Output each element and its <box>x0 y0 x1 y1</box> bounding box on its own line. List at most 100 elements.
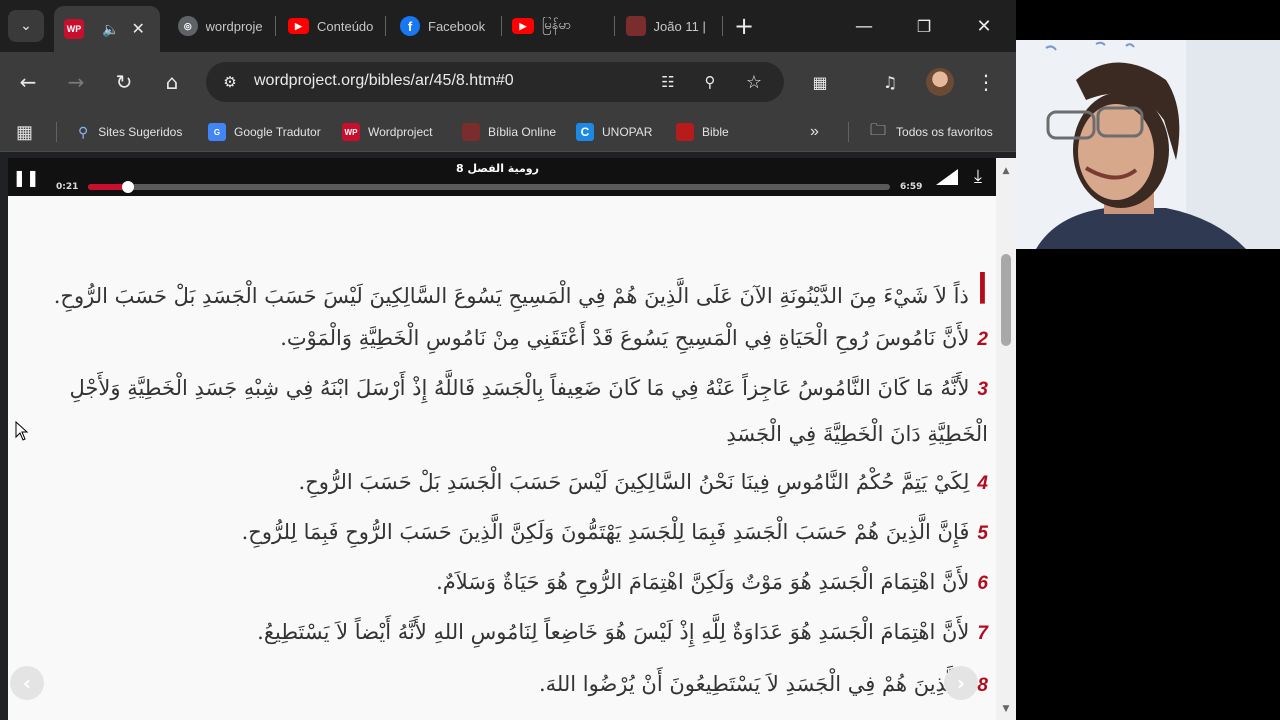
webcam-person-image <box>1016 40 1280 249</box>
wordproject-favicon-icon: WP <box>342 123 360 141</box>
verse-number: 5 <box>977 523 988 544</box>
bookmark-label: Bible <box>702 125 729 139</box>
youtube-icon: ▶ <box>288 18 310 34</box>
bookmark-sites-sugeridos[interactable]: ⚲ Sites Sugeridos <box>78 120 182 144</box>
bookmark-biblia-online[interactable]: Bíblia Online <box>462 120 556 144</box>
tab-title: wordproje <box>205 18 263 34</box>
player-title: رومية الفصل 8 <box>456 162 539 175</box>
wordproject-favicon-icon: WP <box>64 19 84 39</box>
new-tab-plus-icon[interactable]: + <box>722 8 766 44</box>
speaker-icon[interactable]: 🔈 <box>102 21 119 38</box>
tab-title: Conteúdo <box>317 18 374 34</box>
search-icon: ⚲ <box>78 123 89 140</box>
menu-kebab-icon[interactable]: ⋮ <box>970 66 1002 98</box>
bookmark-label: Sites Sugeridos <box>98 125 183 139</box>
bookmark-unopar[interactable]: C UNOPAR <box>576 120 652 144</box>
more-bookmarks-button[interactable]: » <box>810 120 819 144</box>
globe-icon: ◎ <box>178 16 198 36</box>
apps-grid-icon[interactable]: ▦ <box>16 120 33 144</box>
bookmark-label: UNOPAR <box>602 125 653 139</box>
previous-chapter-button[interactable]: ‹ <box>10 666 44 700</box>
verse-text: لِكَيْ يَتِمَّ حُكْمُ النَّامُوسِ فِينَا… <box>298 470 970 494</box>
black-border <box>1016 0 1280 40</box>
verse-4: 4 لِكَيْ يَتِمَّ حُكْمُ النَّامُوسِ فِينَ… <box>28 460 988 506</box>
tab-search-button[interactable]: ⌄ <box>8 10 44 42</box>
bible-icon <box>626 16 646 36</box>
scripture-content: ا ذاً لاَ شَيْءَ مِنَ الدَّيْنُونَةِ الآن… <box>8 196 996 720</box>
verse-number: 8 <box>977 675 988 696</box>
all-bookmarks-folder[interactable]: 🗀 Todos os favoritos <box>870 120 993 144</box>
bookmark-divider <box>56 122 57 142</box>
extensions-icon[interactable]: ▦ <box>804 66 836 98</box>
google-translate-icon: G <box>208 123 226 141</box>
site-settings-icon[interactable]: ⚙ <box>218 70 242 94</box>
toolbar: ← → ↻ ⌂ ⚙ wordproject.org/bibles/ar/45/8… <box>0 52 1016 112</box>
download-icon[interactable]: ⤓ <box>974 166 998 190</box>
verse-8: 8 فَالَّذِينَ هُمْ فِي الْجَسَدِ لاَ يَسْ… <box>28 662 988 708</box>
verse-text: لأَنَّ اهْتِمَامَ الْجَسَدِ هُوَ عَدَاوَ… <box>257 620 970 644</box>
tab-wordproject[interactable]: ◎ wordproje <box>168 6 272 46</box>
mouse-cursor-icon <box>15 421 29 441</box>
bookmark-wordproject[interactable]: WP Wordproject <box>342 120 432 144</box>
page-scrollbar[interactable]: ▲ ▼ <box>996 158 1016 720</box>
tab-divider <box>614 16 615 36</box>
tab-wordproject-active[interactable]: WP 🔈 ✕ <box>54 6 160 52</box>
volume-icon[interactable] <box>936 168 958 186</box>
back-arrow-icon[interactable]: ← <box>12 66 44 98</box>
current-time: 0:21 <box>56 182 79 192</box>
translate-icon[interactable]: ☷ <box>656 70 680 94</box>
bookmarks-bar: ▦ ⚲ Sites Sugeridos G Google Tradutor WP… <box>0 112 1016 152</box>
minimize-icon[interactable]: — <box>842 8 886 44</box>
verse-text: لأَنَّ نَامُوسَ رُوحِ الْحَيَاةِ فِي الْ… <box>280 326 970 350</box>
tab-myanmar[interactable]: ▶ မြန်မာ <box>502 6 612 46</box>
progress-handle[interactable] <box>122 181 135 193</box>
forward-arrow-icon[interactable]: → <box>60 66 92 98</box>
pause-button[interactable]: ❚❚ <box>8 162 44 192</box>
profile-avatar[interactable] <box>926 68 954 96</box>
media-control-icon[interactable]: ♫ <box>874 66 906 98</box>
tab-conteudo[interactable]: ▶ Conteúdo <box>278 6 382 46</box>
verse-text: فَإِنَّ الَّذِينَ هُمْ حَسَبَ الْجَسَدِ … <box>241 520 970 544</box>
tab-title: မြန်မာ <box>542 16 572 32</box>
facebook-icon: f <box>400 16 420 36</box>
verse-3: 3لأَنَّهُ مَا كَانَ النَّامُوسُ عَاجِزاً… <box>28 366 988 456</box>
url-text[interactable]: wordproject.org/bibles/ar/45/8.htm#0 <box>254 72 514 90</box>
next-chapter-button[interactable]: › <box>944 666 978 700</box>
close-window-icon[interactable]: ✕ <box>962 8 1006 44</box>
progress-track[interactable] <box>88 181 890 193</box>
tab-close-icon[interactable]: ✕ <box>131 19 144 39</box>
bookmark-google-tradutor[interactable]: G Google Tradutor <box>208 120 321 144</box>
folder-icon: 🗀 <box>870 121 887 139</box>
verse-number: 6 <box>977 573 988 594</box>
restore-icon[interactable]: ❐ <box>902 8 946 44</box>
tab-joao[interactable]: João 11 | <box>616 6 720 46</box>
verse-2: 2 لأَنَّ نَامُوسَ رُوحِ الْحَيَاةِ فِي ال… <box>28 316 988 362</box>
zoom-icon[interactable]: ⚲ <box>698 70 722 94</box>
verse-text: فَالَّذِينَ هُمْ فِي الْجَسَدِ لاَ يَسْت… <box>539 672 970 696</box>
home-icon[interactable]: ⌂ <box>156 66 188 98</box>
webcam-overlay <box>1016 40 1280 249</box>
reload-icon[interactable]: ↻ <box>108 66 140 98</box>
total-time: 6:59 <box>900 182 923 192</box>
tab-divider <box>385 16 386 36</box>
black-border <box>1016 249 1280 720</box>
tab-divider <box>275 16 276 36</box>
tab-title: João 11 | <box>653 18 706 34</box>
scroll-down-icon[interactable]: ▼ <box>1000 704 1012 714</box>
verse-number: 3 <box>977 379 988 400</box>
tab-title: Facebook <box>428 18 486 34</box>
youtube-icon: ▶ <box>512 18 534 34</box>
browser-window: ⌄ WP 🔈 ✕ ◎ wordproje ▶ Conteúdo f Facebo… <box>0 0 1016 720</box>
bookmark-bible[interactable]: Bible <box>676 120 729 144</box>
chevron-right-icon: › <box>956 671 966 695</box>
scroll-up-icon[interactable]: ▲ <box>1000 166 1012 176</box>
audio-player: ❚❚ رومية الفصل 8 0:21 6:59 ⤓ <box>8 158 1016 196</box>
bookmark-label: Google Tradutor <box>234 125 321 139</box>
tab-facebook[interactable]: f Facebook <box>390 6 498 46</box>
scroll-thumb[interactable] <box>1001 254 1011 346</box>
bookmark-label: Todos os favoritos <box>896 125 993 139</box>
bible-icon <box>462 123 480 141</box>
verse-1: ا ذاً لاَ شَيْءَ مِنَ الدَّيْنُونَةِ الآن… <box>28 268 988 318</box>
star-bookmark-icon[interactable]: ☆ <box>742 70 766 94</box>
address-bar[interactable]: ⚙ wordproject.org/bibles/ar/45/8.htm#0 ☷… <box>206 62 784 102</box>
